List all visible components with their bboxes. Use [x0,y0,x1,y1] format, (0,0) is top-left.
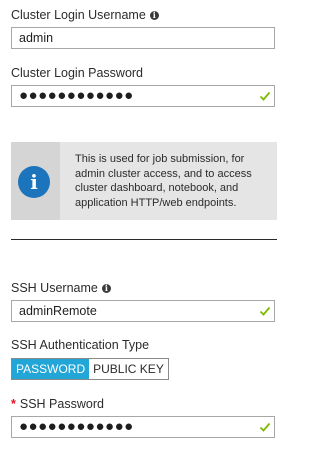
cluster-login-username-label: Cluster Login Username i [11,8,159,22]
cluster-login-password-value: ●●●●●●●●●●●● [19,87,134,104]
cluster-login-username-label-text: Cluster Login Username [11,8,146,22]
info-box-icon-cell: i [11,142,60,220]
checkmark-icon [259,422,271,432]
cluster-login-password-input[interactable]: ●●●●●●●●●●●● [11,85,275,107]
checkmark-icon [259,91,271,101]
ssh-username-label-text: SSH Username [11,281,98,295]
checkmark-icon [259,306,271,316]
info-circle-icon: i [18,166,50,198]
ssh-password-value: ●●●●●●●●●●●● [19,418,134,435]
info-icon[interactable]: i [101,284,111,293]
info-icon[interactable]: i [149,11,159,20]
info-box: i This is used for job submission, for a… [11,142,277,220]
public-key-option-button[interactable]: PUBLIC KEY [89,359,168,379]
ssh-username-label: SSH Username i [11,281,111,295]
ssh-username-input[interactable]: adminRemote [11,300,275,322]
ssh-username-value: adminRemote [19,304,97,318]
ssh-auth-type-toggle: PASSWORD PUBLIC KEY [11,358,169,380]
cluster-login-username-value: admin [19,31,54,45]
cluster-login-password-label: Cluster Login Password [11,66,144,80]
ssh-password-label-text: SSH Password [19,397,104,411]
password-option-button[interactable]: PASSWORD [12,359,90,379]
cluster-login-username-input[interactable]: admin [11,27,275,49]
section-divider [11,239,277,240]
ssh-password-label: * SSH Password [11,397,104,411]
required-marker: * [11,397,16,411]
info-box-text: This is used for job submission, for adm… [75,153,252,209]
ssh-auth-type-label: SSH Authentication Type [11,338,150,352]
ssh-password-input[interactable]: ●●●●●●●●●●●● [11,416,275,438]
